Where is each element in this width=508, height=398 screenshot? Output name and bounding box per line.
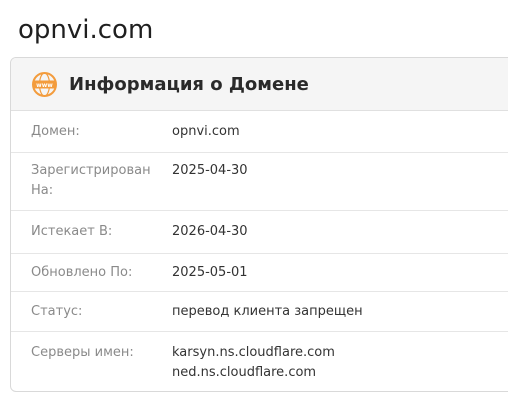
row-domain: Домен: opnvi.com bbox=[11, 111, 508, 153]
site-title: opnvi.com bbox=[18, 15, 154, 45]
row-value: 2026-04-30 bbox=[172, 224, 248, 239]
row-label: Истекает В: bbox=[31, 224, 113, 239]
page: opnvi.com www Информация о Домене Домен:… bbox=[0, 0, 508, 398]
row-label: Статус: bbox=[31, 304, 83, 319]
row-expires: Истекает В: 2026-04-30 bbox=[11, 211, 508, 254]
row-value-list: karsyn.ns.cloudflare.com ned.ns.cloudfla… bbox=[172, 343, 335, 383]
row-label: Зарегистрирован На: bbox=[31, 163, 151, 198]
row-label: Обновлено По: bbox=[31, 265, 133, 280]
row-nameservers: Серверы имен: karsyn.ns.cloudflare.com n… bbox=[11, 332, 508, 391]
card-header: www Информация о Домене bbox=[11, 58, 508, 111]
nameserver-value: ned.ns.cloudflare.com bbox=[172, 365, 317, 380]
row-value: 2025-05-01 bbox=[172, 265, 248, 280]
row-label: Домен: bbox=[31, 124, 80, 139]
www-globe-icon: www bbox=[31, 71, 58, 98]
row-registered: Зарегистрирован На: 2025-04-30 bbox=[11, 153, 508, 211]
svg-text:www: www bbox=[36, 81, 53, 88]
row-status: Статус: перевод клиента запрещен bbox=[11, 292, 508, 332]
nameserver-value: karsyn.ns.cloudflare.com bbox=[172, 345, 335, 360]
card-title: Информация о Домене bbox=[69, 73, 309, 95]
row-value: перевод клиента запрещен bbox=[172, 304, 363, 319]
row-value: opnvi.com bbox=[172, 124, 240, 139]
row-updated: Обновлено По: 2025-05-01 bbox=[11, 254, 508, 292]
row-value: 2025-04-30 bbox=[172, 163, 248, 178]
row-label: Серверы имен: bbox=[31, 345, 134, 360]
domain-info-card: www Информация о Домене Домен: opnvi.com… bbox=[10, 57, 508, 392]
